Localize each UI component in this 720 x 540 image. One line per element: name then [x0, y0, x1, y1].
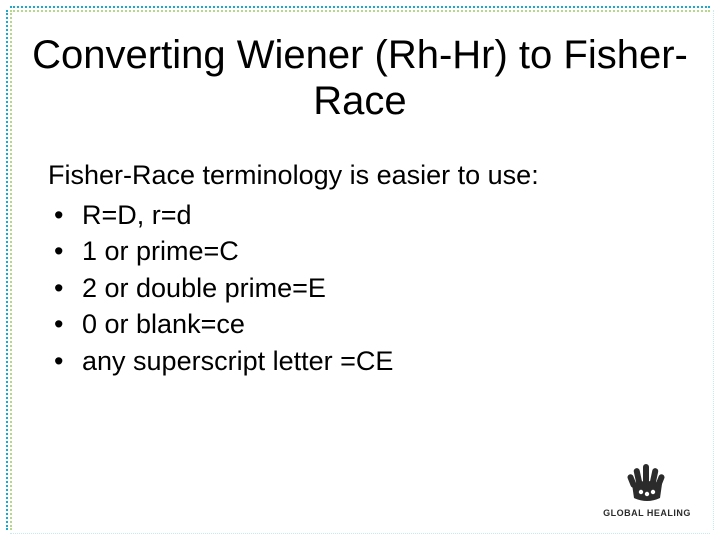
decorative-border-bottom	[10, 533, 710, 534]
list-item: R=D, r=d	[54, 197, 660, 233]
slide: Converting Wiener (Rh-Hr) to Fisher-Race…	[0, 0, 720, 540]
slide-body: Fisher-Race terminology is easier to use…	[48, 160, 660, 379]
list-item: 1 or prime=C	[54, 233, 660, 269]
list-item: any superscript letter =CE	[54, 343, 660, 379]
intro-text: Fisher-Race terminology is easier to use…	[48, 160, 660, 191]
decorative-border-top	[10, 6, 710, 12]
hand-icon	[602, 458, 692, 506]
list-item: 2 or double prime=E	[54, 270, 660, 306]
brand-name: GLOBAL HEALING	[602, 508, 692, 518]
list-item: 0 or blank=ce	[54, 306, 660, 342]
bullet-list: R=D, r=d 1 or prime=C 2 or double prime=…	[48, 197, 660, 379]
brand-logo: GLOBAL HEALING	[602, 458, 692, 518]
slide-title: Converting Wiener (Rh-Hr) to Fisher-Race	[0, 32, 720, 124]
